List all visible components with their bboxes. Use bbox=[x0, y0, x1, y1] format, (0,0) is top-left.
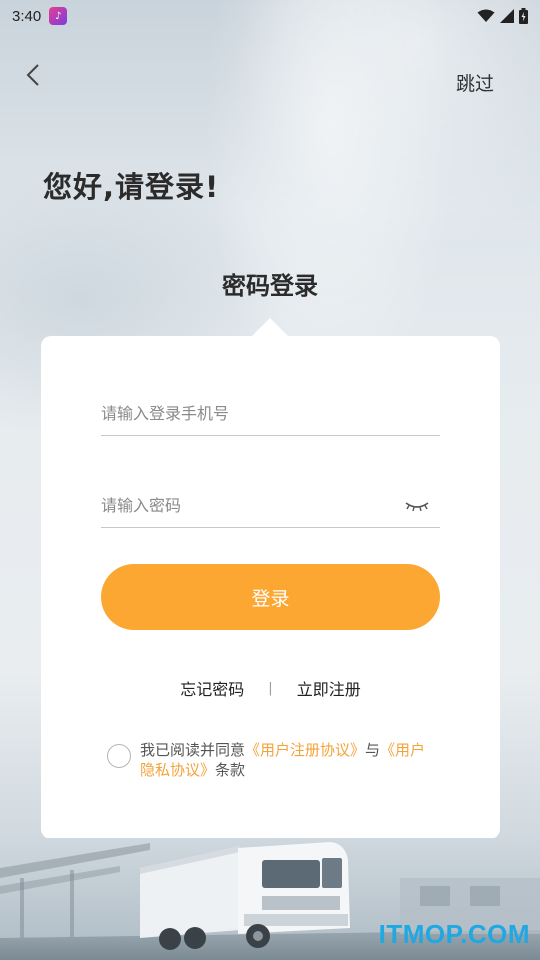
register-link[interactable]: 立即注册 bbox=[297, 676, 361, 700]
eye-closed-icon[interactable] bbox=[404, 499, 430, 513]
watermark-text: ITMOP.COM bbox=[378, 919, 530, 949]
user-agreement-link[interactable]: 《用户注册协议》 bbox=[245, 741, 365, 759]
agreement-checkbox[interactable] bbox=[107, 744, 131, 768]
status-time: 3:40 bbox=[12, 7, 42, 25]
signal-icon bbox=[500, 9, 514, 23]
truck-illustration: ITMOP.COM bbox=[0, 838, 540, 960]
tab-indicator bbox=[252, 318, 288, 336]
agreement-prefix: 我已阅读并同意 bbox=[140, 741, 246, 759]
forgot-password-link[interactable]: 忘记密码 bbox=[180, 676, 244, 700]
password-field bbox=[101, 484, 440, 528]
password-input[interactable] bbox=[101, 496, 404, 515]
status-bar: 3:40 ♪ bbox=[0, 0, 540, 32]
login-button[interactable]: 登录 bbox=[101, 564, 440, 630]
agreement-conjunction: 与 bbox=[365, 741, 381, 759]
greeting-title: 您好,请登录! bbox=[43, 170, 220, 204]
back-chevron-icon[interactable] bbox=[22, 62, 46, 88]
wifi-icon bbox=[477, 9, 495, 22]
tab-password-login[interactable]: 密码登录 bbox=[0, 266, 540, 301]
phone-field bbox=[101, 392, 440, 436]
notification-app-icon: ♪ bbox=[49, 7, 68, 25]
skip-button[interactable]: 跳过 bbox=[456, 69, 494, 96]
links-separator: | bbox=[268, 680, 273, 696]
agreement-suffix: 条款 bbox=[215, 761, 246, 779]
account-links: 忘记密码 | 立即注册 bbox=[41, 676, 500, 700]
agreement-text: 我已阅读并同意《用户注册协议》与《用户隐私协议》条款 bbox=[140, 740, 437, 780]
battery-icon bbox=[519, 8, 528, 24]
status-icons bbox=[477, 8, 528, 24]
phone-input[interactable] bbox=[101, 404, 440, 423]
agreement-row: 我已阅读并同意《用户注册协议》与《用户隐私协议》条款 bbox=[107, 740, 437, 780]
login-card: 登录 忘记密码 | 立即注册 我已阅读并同意《用户注册协议》与《用户隐私协议》条… bbox=[41, 336, 500, 839]
